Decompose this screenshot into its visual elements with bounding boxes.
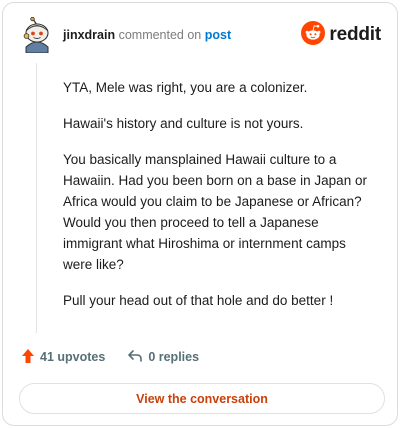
reply-arrow-icon[interactable] (127, 349, 143, 366)
comment-meta: jinxdrain commented on post (63, 27, 231, 43)
reddit-brand[interactable]: reddit (301, 17, 381, 53)
replies[interactable]: 0 replies (127, 349, 199, 366)
snoo-avatar-icon[interactable] (21, 16, 53, 54)
upvotes-count: 41 upvotes (40, 350, 106, 364)
reddit-logo-icon (301, 20, 326, 50)
reddit-wordmark: reddit (329, 24, 381, 45)
comment-paragraph-2: Hawaii's history and culture is not your… (63, 116, 304, 131)
comment-body: YTA, Mele was right, you are a colonizer… (63, 77, 378, 326)
action-text: commented on (118, 28, 202, 42)
view-conversation-button[interactable]: View the conversation (19, 383, 385, 414)
post-link[interactable]: post (205, 28, 231, 42)
comment-header: jinxdrain commented on post reddit (19, 16, 383, 54)
thread-line (36, 63, 37, 333)
upvotes[interactable]: 41 upvotes (21, 348, 105, 367)
comment-paragraph-4: Pull your head out of that hole and do b… (63, 293, 334, 308)
comment-paragraph-1: YTA, Mele was right, you are a colonizer… (63, 80, 308, 95)
comment-paragraph-3: You basically mansplained Hawaii culture… (63, 152, 367, 272)
username-link[interactable]: jinxdrain (63, 28, 115, 42)
replies-count: 0 replies (148, 350, 200, 364)
comment-actions: 41 upvotes 0 replies (21, 347, 199, 367)
embed-card: jinxdrain commented on post reddit YTA, … (2, 2, 398, 426)
upvote-arrow-icon[interactable] (21, 348, 35, 367)
